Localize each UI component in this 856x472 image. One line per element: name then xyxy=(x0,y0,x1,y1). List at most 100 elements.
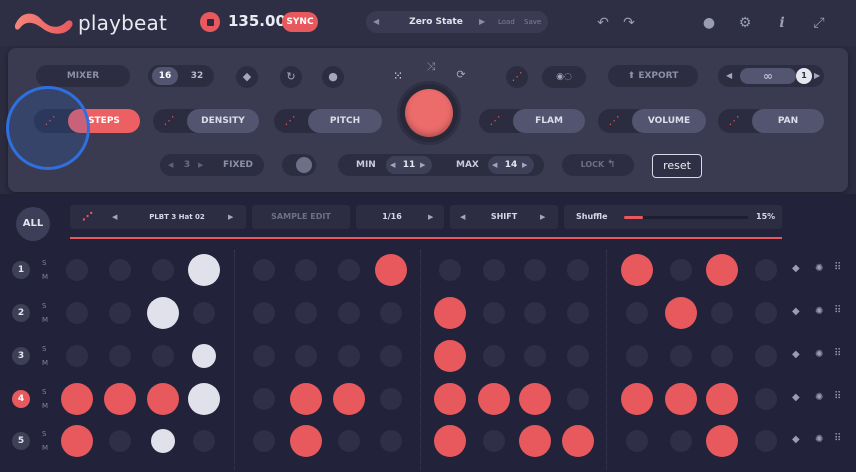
step-pad[interactable] xyxy=(562,425,594,457)
step-pad[interactable] xyxy=(483,345,505,367)
step-pad[interactable] xyxy=(380,388,402,410)
loop-prev-icon[interactable]: ◀ xyxy=(726,65,732,87)
step-pad[interactable] xyxy=(253,430,275,452)
step-pad[interactable] xyxy=(711,345,733,367)
solo-button[interactable]: S xyxy=(42,257,46,269)
track-dice-icon[interactable]: ✺ xyxy=(815,392,823,403)
bpm-value[interactable]: 135.00 xyxy=(228,12,286,30)
undo-icon[interactable]: ↶ xyxy=(594,14,612,32)
step-pad[interactable] xyxy=(567,302,589,324)
step-pad[interactable] xyxy=(434,297,466,329)
step-pad[interactable] xyxy=(706,425,738,457)
step-pad[interactable] xyxy=(621,254,653,286)
step-pad[interactable] xyxy=(380,430,402,452)
sample-name[interactable]: PLBT 3 Hat 02 xyxy=(124,205,230,229)
sample-next-icon[interactable]: ▶ xyxy=(228,205,233,229)
track-number-3[interactable]: 3 xyxy=(12,347,30,365)
step-pad[interactable] xyxy=(253,302,275,324)
step-pad[interactable] xyxy=(193,430,215,452)
info-icon[interactable]: i xyxy=(773,14,791,32)
generate-knob[interactable] xyxy=(405,89,453,137)
step-pad[interactable] xyxy=(338,259,360,281)
track-number-1[interactable]: 1 xyxy=(12,261,30,279)
step-pad[interactable] xyxy=(567,259,589,281)
step-pad[interactable] xyxy=(670,430,692,452)
drag-handle-icon[interactable]: ⠿ xyxy=(834,348,841,359)
all-button[interactable]: ALL xyxy=(16,207,50,241)
random-dots-icon[interactable]: ⁙ xyxy=(388,66,408,86)
drag-handle-icon[interactable]: ⠿ xyxy=(834,433,841,444)
step-pad[interactable] xyxy=(104,383,136,415)
preset-next-icon[interactable]: ▶ xyxy=(479,11,485,33)
step-pad[interactable] xyxy=(61,383,93,415)
step-pad[interactable] xyxy=(109,345,131,367)
step-pad[interactable] xyxy=(109,259,131,281)
step-pad[interactable] xyxy=(626,302,648,324)
mute-button[interactable]: M xyxy=(42,271,48,283)
eraser-icon[interactable]: ◆ xyxy=(236,66,258,88)
step-pad[interactable] xyxy=(706,254,738,286)
step-pad[interactable] xyxy=(626,430,648,452)
mixer-button[interactable]: MIXER xyxy=(36,65,130,87)
track-eraser-icon[interactable]: ◆ xyxy=(792,263,800,274)
step-pad[interactable] xyxy=(626,345,648,367)
mood-icon[interactable]: ● xyxy=(700,14,718,32)
steps-32-option[interactable]: 32 xyxy=(184,67,210,85)
drag-handle-icon[interactable]: ⠿ xyxy=(834,391,841,402)
step-pad[interactable] xyxy=(338,430,360,452)
step-pad[interactable] xyxy=(253,388,275,410)
step-pad[interactable] xyxy=(567,345,589,367)
reset-button[interactable]: reset xyxy=(652,154,702,178)
param-pan[interactable]: ⋰ PAN xyxy=(718,109,824,133)
step-pad[interactable] xyxy=(253,345,275,367)
fixed-prev-icon[interactable]: ◀ xyxy=(168,154,173,176)
min-prev-icon[interactable]: ◀ xyxy=(390,156,395,174)
division-value[interactable]: 1/16 xyxy=(356,205,428,229)
min-value[interactable]: 11 xyxy=(400,156,418,174)
step-pad[interactable] xyxy=(147,383,179,415)
min-next-icon[interactable]: ▶ xyxy=(420,156,425,174)
solo-button[interactable]: S xyxy=(42,386,46,398)
preset-prev-icon[interactable]: ◀ xyxy=(373,11,379,33)
preset-name[interactable]: Zero State xyxy=(386,11,486,33)
step-pad[interactable] xyxy=(478,383,510,415)
division-next-icon[interactable]: ▶ xyxy=(428,205,433,229)
track-dice-icon[interactable]: ✺ xyxy=(815,306,823,317)
step-pad[interactable] xyxy=(439,259,461,281)
step-pad[interactable] xyxy=(188,383,220,415)
step-pad[interactable] xyxy=(483,259,505,281)
fixed-label[interactable]: FIXED xyxy=(214,154,262,176)
step-pad[interactable] xyxy=(152,345,174,367)
solo-button[interactable]: S xyxy=(42,343,46,355)
param-pitch[interactable]: ⋰ PITCH xyxy=(274,109,382,133)
shift-left-icon[interactable]: ◀ xyxy=(460,205,465,229)
step-pad[interactable] xyxy=(151,429,175,453)
sample-velocity-icon[interactable]: ⋰ xyxy=(82,205,93,229)
sync-button[interactable]: SYNC xyxy=(282,12,318,32)
step-pad[interactable] xyxy=(147,297,179,329)
step-pad[interactable] xyxy=(380,302,402,324)
step-pad[interactable] xyxy=(567,388,589,410)
step-pad[interactable] xyxy=(295,345,317,367)
expand-icon[interactable]: ⤢ xyxy=(810,14,828,32)
shuffle-slider[interactable] xyxy=(624,216,748,219)
step-pad[interactable] xyxy=(706,383,738,415)
loop-count[interactable]: 1 xyxy=(796,68,812,84)
step-pad[interactable] xyxy=(524,302,546,324)
max-prev-icon[interactable]: ◀ xyxy=(492,156,497,174)
step-pad[interactable] xyxy=(711,302,733,324)
fixed-next-icon[interactable]: ▶ xyxy=(198,154,203,176)
step-pad[interactable] xyxy=(380,345,402,367)
step-pad[interactable] xyxy=(253,259,275,281)
mute-button[interactable]: M xyxy=(42,314,48,326)
sample-prev-icon[interactable]: ◀ xyxy=(112,205,117,229)
step-pad[interactable] xyxy=(483,302,505,324)
step-pad[interactable] xyxy=(519,383,551,415)
param-volume[interactable]: ⋰ VOLUME xyxy=(598,109,706,133)
step-pad[interactable] xyxy=(295,259,317,281)
step-pad[interactable] xyxy=(755,259,777,281)
step-pad[interactable] xyxy=(66,302,88,324)
step-pad[interactable] xyxy=(333,383,365,415)
sample-edit-button[interactable]: SAMPLE EDIT xyxy=(252,205,350,229)
save-button[interactable]: Save xyxy=(524,11,541,33)
